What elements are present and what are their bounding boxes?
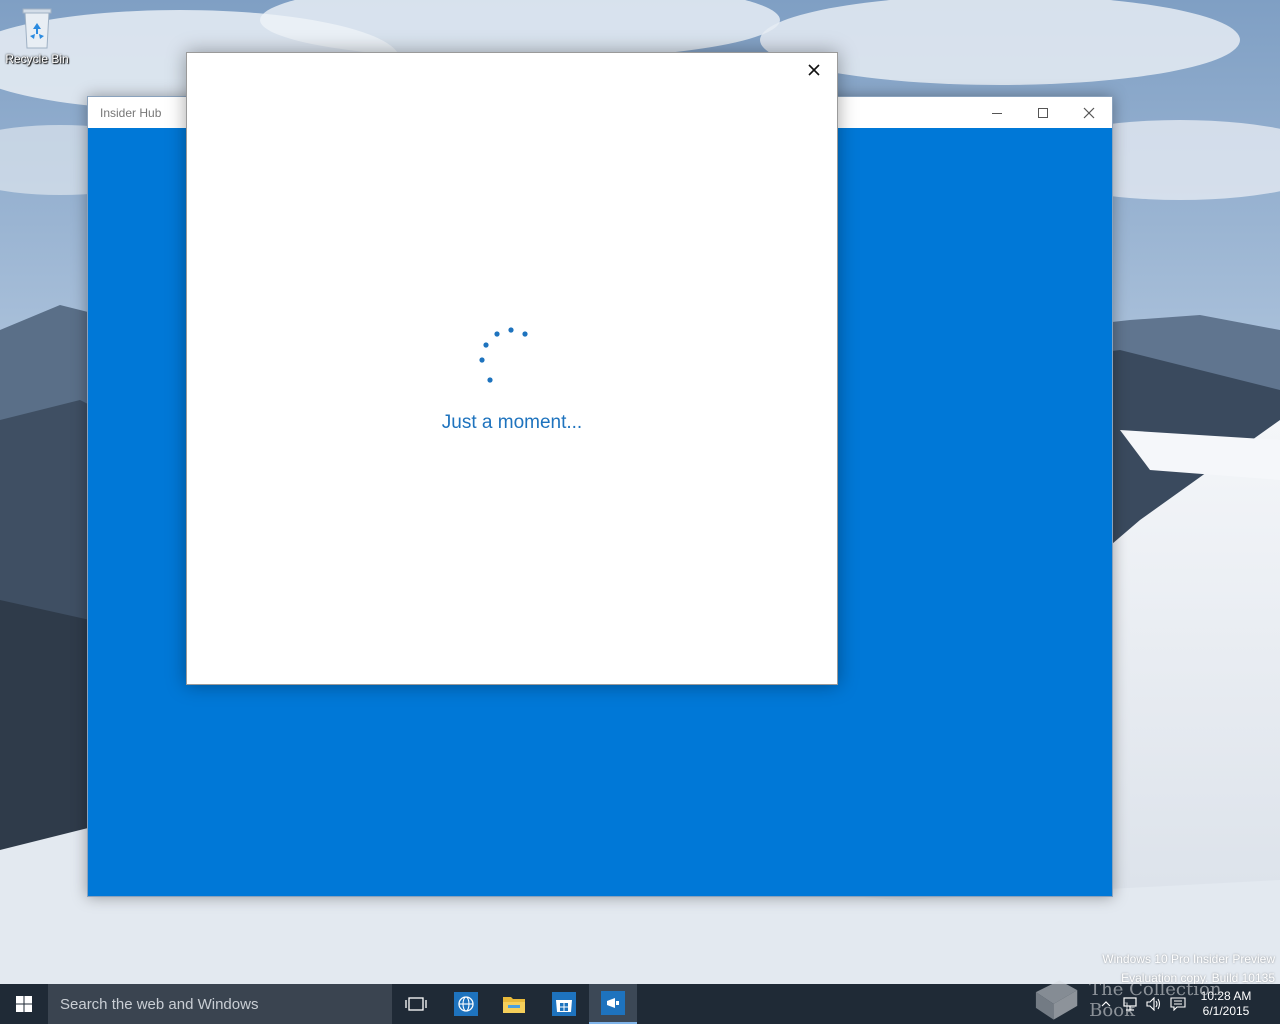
edge-button[interactable] (442, 984, 490, 1024)
minimize-icon (992, 112, 1002, 114)
action-center-icon (1170, 997, 1186, 1011)
watermark-line-1: Windows 10 Pro Insider Preview (1102, 952, 1275, 966)
window-controls (974, 97, 1112, 128)
store-button[interactable] (540, 984, 588, 1024)
window-close-button[interactable] (1066, 97, 1112, 128)
network-button[interactable] (1118, 984, 1142, 1024)
close-icon (1083, 107, 1095, 118)
taskbar: Search the web and Windows 10:28 AM 6/1/… (0, 984, 1280, 1024)
desktop-icon-recycle-bin[interactable]: Recycle Bin (2, 6, 72, 76)
store-icon (552, 992, 576, 1016)
megaphone-icon (601, 991, 625, 1015)
minimize-button[interactable] (974, 97, 1020, 128)
desktop-icon-label: Recycle Bin (5, 52, 69, 66)
dialog-close-button[interactable] (805, 61, 823, 79)
clock-time: 10:28 AM (1200, 989, 1252, 1003)
file-explorer-button[interactable] (490, 984, 538, 1024)
window-title: Insider Hub (100, 105, 162, 120)
system-tray: 10:28 AM 6/1/2015 (1094, 984, 1280, 1024)
loading-message: Just a moment... (441, 412, 583, 433)
chevron-up-icon (1101, 1001, 1111, 1007)
loading-spinner-icon (479, 327, 528, 383)
maximize-button[interactable] (1020, 97, 1066, 128)
volume-button[interactable] (1142, 984, 1166, 1024)
clock-date: 6/1/2015 (1202, 1004, 1250, 1018)
action-center-button[interactable] (1166, 984, 1190, 1024)
network-icon (1123, 997, 1137, 1011)
show-desktop-button[interactable] (1262, 984, 1280, 1024)
globe-icon (454, 992, 478, 1016)
windows-logo-icon (16, 996, 32, 1012)
recycle-bin-icon (17, 6, 57, 50)
close-icon (808, 64, 820, 76)
build-watermark: Windows 10 Pro Insider Preview Evaluatio… (1102, 950, 1275, 988)
search-input[interactable]: Search the web and Windows (48, 984, 392, 1024)
task-view-icon (405, 997, 427, 1011)
start-button[interactable] (0, 984, 48, 1024)
task-view-button[interactable] (392, 984, 440, 1024)
search-placeholder: Search the web and Windows (60, 995, 259, 1013)
clock[interactable]: 10:28 AM 6/1/2015 (1190, 984, 1262, 1024)
show-hidden-icons-button[interactable] (1094, 984, 1118, 1024)
maximize-icon (1038, 107, 1048, 118)
insider-hub-button[interactable] (589, 984, 637, 1024)
sign-in-dialog: Just a moment... (186, 52, 838, 685)
folder-icon (503, 997, 525, 1013)
volume-icon (1146, 997, 1161, 1011)
